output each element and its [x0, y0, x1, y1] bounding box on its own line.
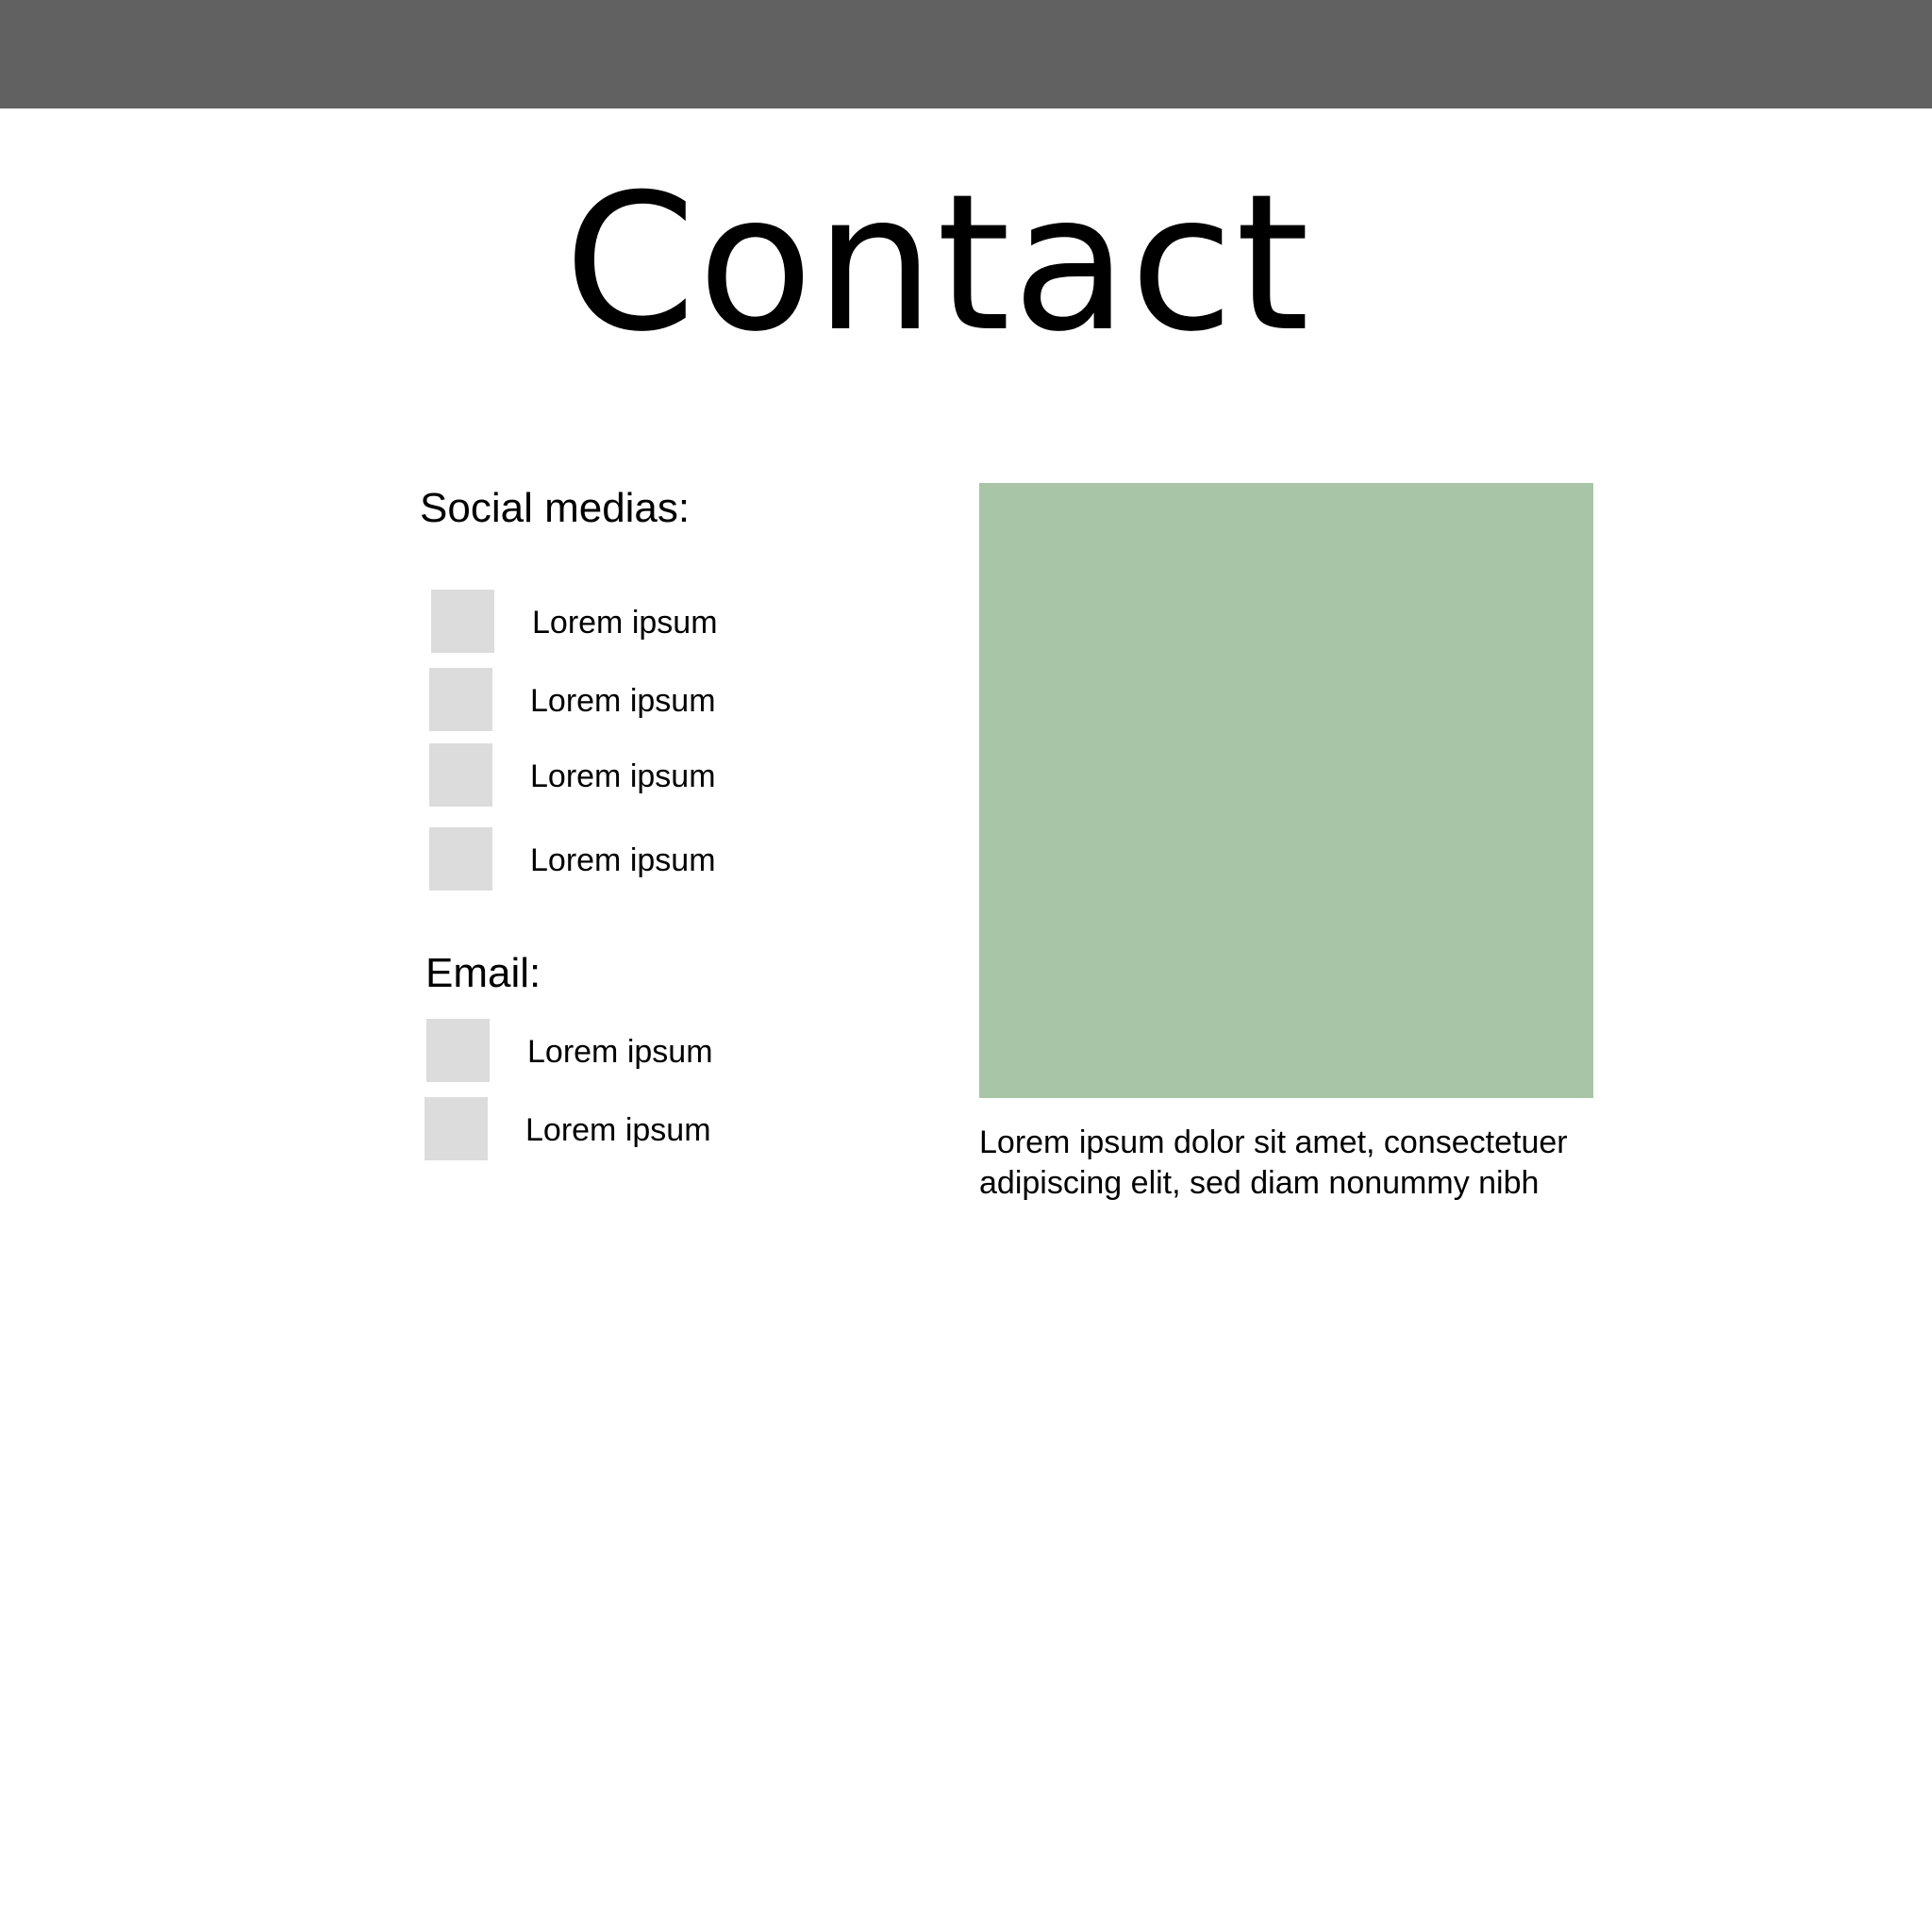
social-media-icon — [431, 590, 494, 653]
contact-page: Contact Social medias: Lorem ipsum Lorem… — [0, 0, 1932, 1932]
social-media-label: Lorem ipsum — [530, 758, 716, 794]
email-icon — [425, 1097, 488, 1160]
social-media-icon — [429, 827, 492, 891]
social-media-icon — [429, 668, 492, 731]
social-media-icon — [429, 743, 492, 807]
email-label: Lorem ipsum — [525, 1112, 711, 1148]
social-medias-heading: Social medias: — [420, 485, 691, 531]
email-label: Lorem ipsum — [527, 1034, 713, 1070]
social-media-label: Lorem ipsum — [530, 842, 716, 878]
image-placeholder — [979, 483, 1593, 1098]
email-heading: Email: — [425, 950, 541, 996]
page-title: Contact — [563, 154, 1312, 374]
social-media-label: Lorem ipsum — [530, 683, 716, 719]
image-caption: Lorem ipsum dolor sit amet, consectetuer… — [979, 1124, 1568, 1201]
top-bar — [0, 0, 1932, 108]
email-icon — [426, 1019, 490, 1082]
social-media-label: Lorem ipsum — [532, 605, 718, 641]
